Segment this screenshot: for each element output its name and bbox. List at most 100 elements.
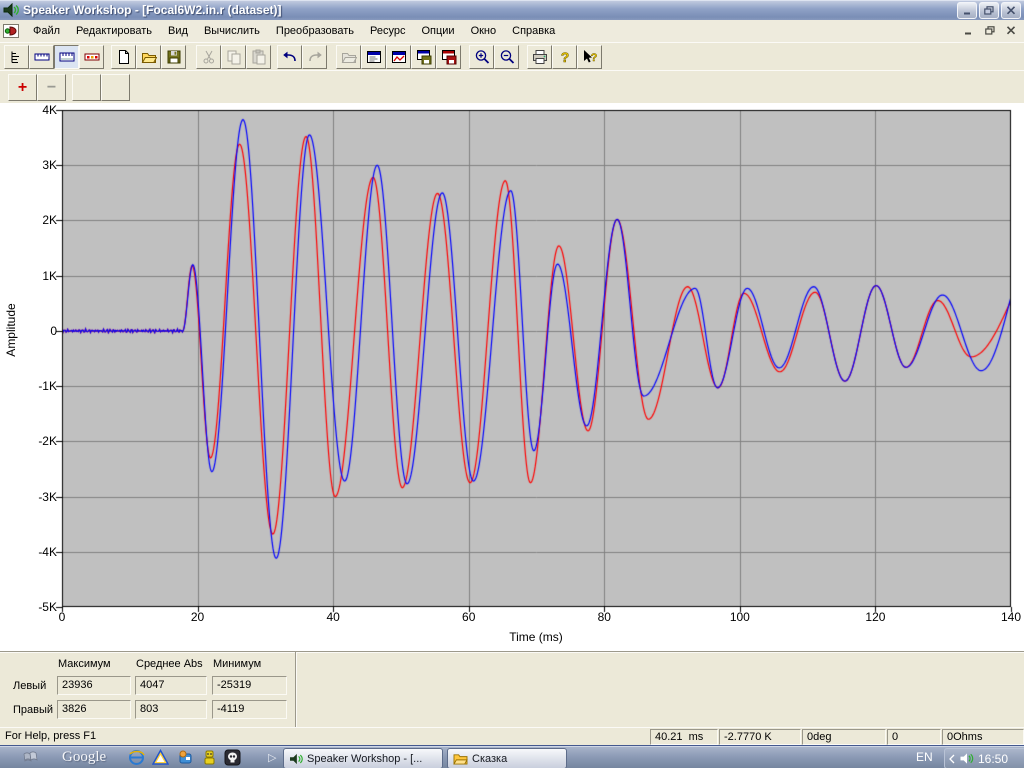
redo-icon xyxy=(307,49,323,65)
volume-icon[interactable] xyxy=(959,752,975,765)
blank-button-1[interactable] xyxy=(72,74,101,101)
redo-button xyxy=(302,45,327,69)
y-axis-tick-label: 4K xyxy=(0,103,57,117)
google-toolbar-label[interactable]: Google xyxy=(62,749,106,766)
menu-transform[interactable]: Преобразовать xyxy=(268,22,362,40)
help-icon: ? xyxy=(557,49,573,65)
undo-icon xyxy=(282,49,298,65)
window-title: Speaker Workshop - [Focal6W2.in.r (datas… xyxy=(23,3,282,17)
robot-app-icon[interactable] xyxy=(201,749,218,766)
paste-icon xyxy=(251,49,267,65)
undo-button[interactable] xyxy=(277,45,302,69)
x-axis-tick-label: 20 xyxy=(178,610,218,623)
ruler-view-2-button[interactable] xyxy=(54,45,79,69)
list-view-button[interactable] xyxy=(4,45,29,69)
mdi-restore-button[interactable] xyxy=(983,23,997,37)
y-axis-tick-label: -4K xyxy=(0,545,57,559)
collapse-chevron-icon[interactable] xyxy=(948,754,956,764)
y-axis-tick-label: -1K xyxy=(0,379,57,393)
taskbar: Google ▷ xyxy=(0,745,1024,768)
internet-explorer-icon[interactable] xyxy=(128,749,145,766)
menu-options[interactable]: Опции xyxy=(413,22,462,40)
cut-button xyxy=(196,45,221,69)
task-button-skazka[interactable]: Сказка xyxy=(447,748,567,768)
open-window-button xyxy=(336,45,361,69)
messenger-app-icon[interactable] xyxy=(177,749,194,766)
title-bar: Speaker Workshop - [Focal6W2.in.r (datas… xyxy=(0,0,1024,20)
menu-file[interactable]: Файл xyxy=(25,22,68,40)
stats-right-avg: 803 xyxy=(135,700,207,719)
task-label: Сказка xyxy=(472,753,507,765)
chart-window-button[interactable] xyxy=(386,45,411,69)
mdi-close-button[interactable] xyxy=(1004,23,1018,37)
stats-left-avg: 4047 xyxy=(135,676,207,695)
menu-view[interactable]: Вид xyxy=(160,22,196,40)
y-axis-tick-label: 1K xyxy=(0,269,57,283)
app-speaker-icon xyxy=(3,3,19,17)
x-axis-tick-label: 80 xyxy=(584,610,624,623)
x-axis-tick-label: 40 xyxy=(313,610,353,623)
context-help-button[interactable]: ? xyxy=(577,45,602,69)
add-button[interactable]: + xyxy=(8,74,37,101)
task-button-speaker-workshop[interactable]: Speaker Workshop - [... xyxy=(283,748,443,768)
stats-right-max: 3826 xyxy=(57,700,131,719)
chart-window-icon xyxy=(391,49,407,65)
y-axis-tick-label: 2K xyxy=(0,213,57,227)
print-button[interactable] xyxy=(527,45,552,69)
task-folder-icon xyxy=(453,752,468,765)
properties-window-button[interactable] xyxy=(361,45,386,69)
quicklaunch-expand-chevron-icon[interactable]: ▷ xyxy=(268,751,276,764)
stats-panel: Максимум Среднее Abs Минимум Левый 23936… xyxy=(0,651,1024,728)
menu-help[interactable]: Справка xyxy=(504,22,563,40)
save-button[interactable] xyxy=(161,45,186,69)
x-axis-tick-label: 100 xyxy=(720,610,760,623)
menu-resource[interactable]: Ресурс xyxy=(362,22,413,40)
triangle-app-icon[interactable] xyxy=(152,749,169,766)
stats-right-min: -4119 xyxy=(212,700,287,719)
zoom-in-icon xyxy=(474,49,490,65)
document-speaker-icon xyxy=(3,23,19,39)
stats-divider xyxy=(295,652,296,728)
remove-button[interactable]: − xyxy=(37,74,66,101)
windows-flag-icon[interactable] xyxy=(22,749,39,766)
x-axis-tick-label: 60 xyxy=(449,610,489,623)
export-window-icon xyxy=(441,49,457,65)
zoom-out-icon xyxy=(499,49,515,65)
open-button[interactable] xyxy=(136,45,161,69)
status-phase-panel: 0deg xyxy=(802,729,886,745)
language-indicator[interactable]: EN xyxy=(916,750,933,764)
new-button[interactable] xyxy=(111,45,136,69)
stats-left-min: -25319 xyxy=(212,676,287,695)
paste-button xyxy=(246,45,271,69)
copy-button xyxy=(221,45,246,69)
save-window-button[interactable] xyxy=(411,45,436,69)
restore-button[interactable] xyxy=(979,2,999,19)
cut-icon xyxy=(201,49,217,65)
ruler-view-button[interactable] xyxy=(29,45,54,69)
stats-col-header-max: Максимум xyxy=(58,658,111,671)
close-button[interactable] xyxy=(1001,2,1021,19)
plus-icon: + xyxy=(18,79,27,97)
new-document-icon xyxy=(116,49,132,65)
skull-app-icon[interactable] xyxy=(224,749,241,766)
clock[interactable]: 16:50 xyxy=(978,752,1008,766)
y-axis-tick-label: -3K xyxy=(0,490,57,504)
x-axis-tick-label: 120 xyxy=(855,610,895,623)
zoom-out-button[interactable] xyxy=(494,45,519,69)
mdi-minimize-button[interactable] xyxy=(962,23,976,37)
menu-window[interactable]: Окно xyxy=(463,22,505,40)
task-label: Speaker Workshop - [... xyxy=(307,753,422,765)
x-axis-tick-label: 140 xyxy=(991,610,1024,623)
help-button[interactable]: ? xyxy=(552,45,577,69)
zoom-in-button[interactable] xyxy=(469,45,494,69)
export-window-button[interactable] xyxy=(436,45,461,69)
svg-text:?: ? xyxy=(560,49,569,65)
menu-edit[interactable]: Редактировать xyxy=(68,22,160,40)
blank-button-2[interactable] xyxy=(101,74,130,101)
ruler-color-view-button[interactable] xyxy=(79,45,104,69)
status-ohms-panel: 0Ohms xyxy=(942,729,1024,745)
system-tray: 16:50 xyxy=(944,748,1024,768)
minimize-button[interactable] xyxy=(957,2,977,19)
menu-calculate[interactable]: Вычислить xyxy=(196,22,268,40)
print-icon xyxy=(532,49,548,65)
